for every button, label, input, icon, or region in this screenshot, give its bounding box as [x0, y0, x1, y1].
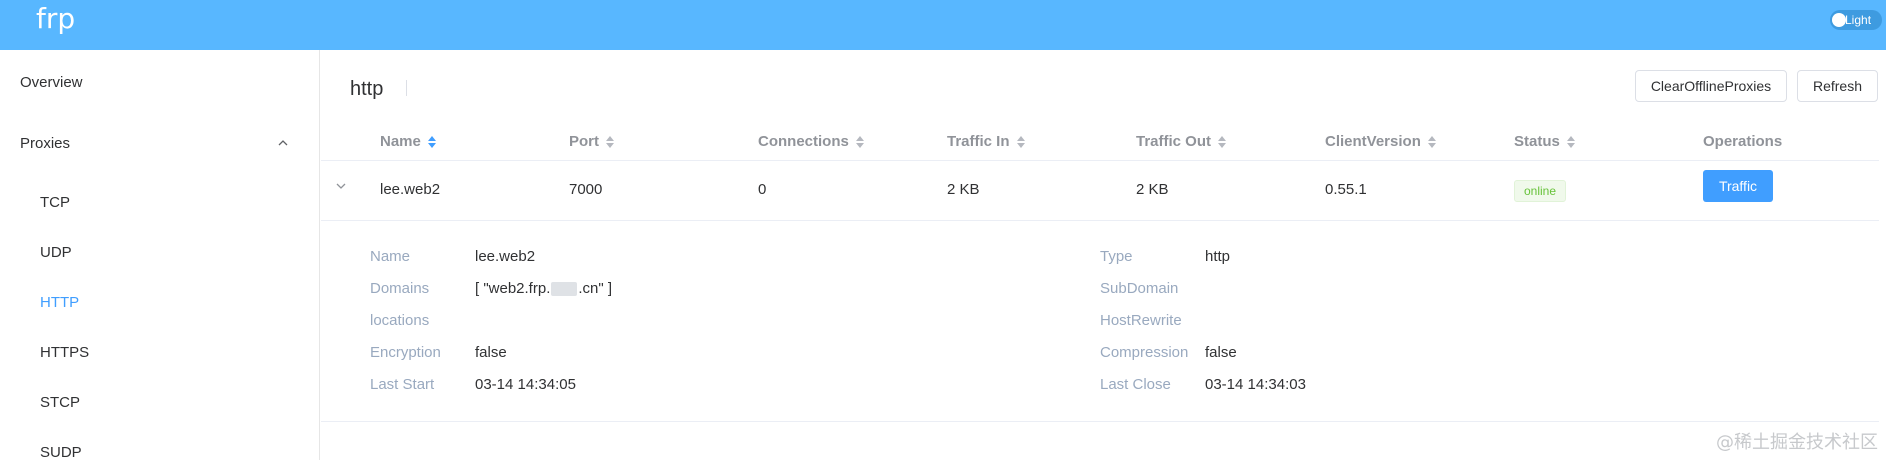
cell-traffic-out: 2 KB: [1136, 181, 1169, 198]
sort-icon[interactable]: [1217, 135, 1227, 149]
column-header-client-version-label: ClientVersion: [1325, 133, 1421, 150]
domains-suffix: .cn" ]: [578, 280, 613, 297]
detail-label-locations: locations: [370, 312, 430, 329]
toggle-knob: [1832, 13, 1846, 27]
detail-label-compression: Compression: [1100, 344, 1189, 361]
detail-value-name: lee.web2: [475, 248, 536, 265]
column-header-client-version[interactable]: ClientVersion: [1325, 133, 1437, 150]
sort-icon[interactable]: [855, 135, 865, 149]
sidebar-item-tcp[interactable]: TCP: [40, 194, 70, 211]
cell-client-version: 0.55.1: [1325, 181, 1367, 198]
detail-label-type: Type: [1100, 248, 1133, 265]
sidebar-item-overview[interactable]: Overview: [20, 74, 83, 91]
title-divider: [406, 80, 407, 96]
detail-value-type: http: [1205, 248, 1231, 265]
sort-icon[interactable]: [1016, 135, 1026, 149]
watermark: @稀土掘金技术社区: [1716, 432, 1878, 453]
column-header-traffic-in-label: Traffic In: [947, 133, 1010, 150]
column-header-connections[interactable]: Connections: [758, 133, 865, 150]
cell-name: lee.web2: [380, 181, 441, 198]
column-header-port[interactable]: Port: [569, 133, 615, 150]
row-divider: [321, 220, 1879, 221]
detail-label-host-rewrite: HostRewrite: [1100, 312, 1182, 329]
chevron-up-icon[interactable]: [278, 138, 288, 148]
sort-icon[interactable]: [1427, 135, 1437, 149]
detail-value-last-start: 03-14 14:34:05: [475, 376, 576, 393]
refresh-button[interactable]: Refresh: [1797, 70, 1878, 102]
status-badge: online: [1514, 180, 1567, 202]
column-header-name[interactable]: Name: [380, 133, 437, 150]
detail-value-last-close: 03-14 14:34:03: [1205, 376, 1306, 393]
column-header-operations: Operations: [1703, 133, 1782, 150]
sort-icon[interactable]: [427, 135, 437, 149]
top-header: frp Light: [0, 0, 1886, 50]
theme-toggle-label: Light: [1845, 13, 1872, 27]
redacted-block: [551, 282, 578, 297]
column-header-operations-label: Operations: [1703, 133, 1783, 150]
detail-value-domains: [ "web2.frp. .cn" ]: [475, 280, 612, 297]
column-header-connections-label: Connections: [758, 133, 849, 150]
column-header-name-label: Name: [380, 133, 421, 150]
app-logo[interactable]: frp: [36, 2, 75, 35]
cell-connections: 0: [758, 181, 767, 198]
sidebar-item-sudp[interactable]: SUDP: [40, 444, 82, 460]
detail-value-encryption: false: [475, 344, 507, 361]
detail-label-encryption: Encryption: [370, 344, 441, 361]
sidebar-item-udp[interactable]: UDP: [40, 244, 72, 261]
column-header-port-label: Port: [569, 133, 599, 150]
column-header-traffic-out-label: Traffic Out: [1136, 133, 1212, 150]
column-header-traffic-out[interactable]: Traffic Out: [1136, 133, 1227, 150]
column-header-status-label: Status: [1514, 133, 1560, 150]
detail-label-name: Name: [370, 248, 411, 265]
page-title: http: [350, 78, 384, 100]
cell-port: 7000: [569, 181, 603, 198]
details-divider: [321, 421, 1879, 422]
sidebar-item-http[interactable]: HTTP: [40, 294, 79, 311]
sidebar-item-proxies[interactable]: Proxies: [20, 135, 70, 152]
detail-label-last-start: Last Start: [370, 376, 435, 393]
sidebar-item-stcp[interactable]: STCP: [40, 394, 80, 411]
sidebar: Overview Proxies TCP UDP HTTP HTTPS STCP…: [0, 50, 320, 460]
column-header-status[interactable]: Status: [1514, 133, 1576, 150]
detail-label-last-close: Last Close: [1100, 376, 1171, 393]
column-header-traffic-in[interactable]: Traffic In: [947, 133, 1026, 150]
cell-traffic-in: 2 KB: [947, 181, 980, 198]
detail-label-domains: Domains: [370, 280, 430, 297]
sidebar-item-https[interactable]: HTTPS: [40, 344, 89, 361]
header-divider: [321, 160, 1879, 161]
detail-value-compression: false: [1205, 344, 1237, 361]
traffic-button[interactable]: Traffic: [1703, 170, 1773, 202]
clear-offline-proxies-button[interactable]: ClearOfflineProxies: [1635, 70, 1787, 102]
detail-label-subdomain: SubDomain: [1100, 280, 1179, 297]
sort-icon[interactable]: [605, 135, 615, 149]
domains-prefix: [ "web2.frp.: [475, 280, 551, 297]
chevron-down-icon[interactable]: [335, 180, 347, 192]
theme-toggle[interactable]: Light: [1830, 10, 1882, 30]
sort-icon[interactable]: [1566, 135, 1576, 149]
main-content: http ClearOfflineProxies Refresh Name Po…: [321, 50, 1886, 460]
